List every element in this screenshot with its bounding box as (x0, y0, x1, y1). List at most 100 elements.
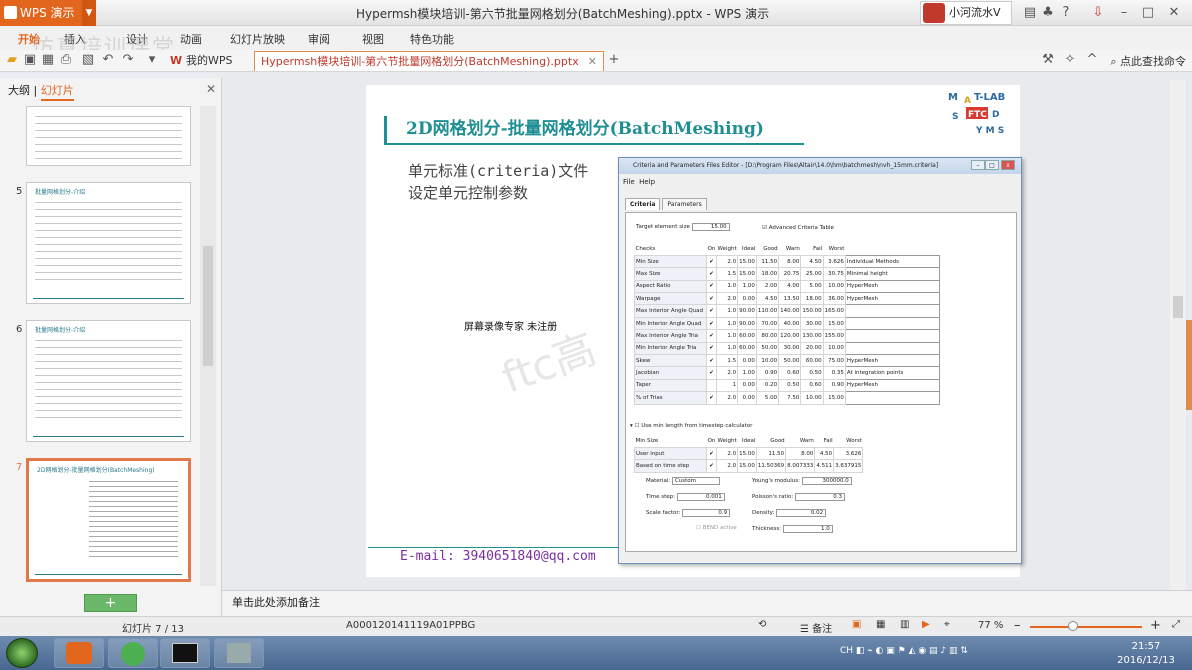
table-cell[interactable]: 8.00 (778, 254, 802, 269)
table-cell[interactable]: 2.00 (755, 279, 780, 294)
table-cell[interactable]: 11.50 (755, 446, 787, 461)
menu-animation[interactable]: 动画 (180, 31, 202, 47)
table-cell[interactable] (844, 341, 940, 356)
table-cell[interactable]: ✔ (706, 353, 717, 368)
table-cell[interactable]: 4.50 (814, 446, 835, 461)
table-row[interactable]: Min Interior Angle Tria ✔ 1.0 60.00 50.00 30.… (634, 341, 940, 356)
start-button[interactable] (6, 638, 38, 668)
shirt-icon[interactable]: ♣ (1040, 5, 1056, 21)
canvas-scrollbar[interactable] (1170, 80, 1186, 590)
help-icon[interactable]: ? (1058, 5, 1074, 21)
table-cell[interactable]: ✔ (706, 391, 717, 405)
scale-input[interactable]: 0.9 (682, 509, 731, 517)
table-cell[interactable]: HyperMesh (844, 292, 940, 306)
maximize-icon[interactable]: □ (1140, 5, 1156, 21)
zoom-in-icon[interactable]: + (1150, 618, 1161, 633)
table-cell[interactable]: 4.50 (755, 292, 780, 306)
minimize-icon[interactable]: – (1116, 5, 1132, 21)
table-row[interactable]: Skew ✔ 1.5 0.00 10.00 50.00 60.00 75.00 HyperMes… (634, 353, 940, 368)
table-cell[interactable]: HyperMesh (844, 353, 940, 368)
table-cell[interactable]: 110.00 (755, 304, 780, 318)
table-cell[interactable]: 2.0 (715, 366, 739, 380)
table-cell[interactable]: 3.626 (833, 446, 864, 461)
dialog-minimize-icon[interactable]: – (971, 160, 985, 170)
redo-icon[interactable]: ↷ (120, 52, 136, 68)
table-cell[interactable]: 4.511 (814, 459, 835, 473)
table-cell[interactable]: 30.75 (822, 267, 846, 281)
normal-view-icon[interactable]: ▣ (852, 619, 861, 630)
table-cell[interactable]: At integration points (844, 366, 940, 380)
zoom-slider-thumb[interactable] (1068, 621, 1078, 631)
table-cell[interactable]: 2.0 (715, 446, 739, 461)
timestep2-input[interactable]: 0.001 (676, 493, 725, 501)
table-cell[interactable]: 140.00 (778, 304, 802, 318)
table-cell[interactable]: 1.00 (737, 366, 757, 380)
table-cell[interactable]: 1.5 (715, 267, 739, 281)
table-cell[interactable]: 15.00 (737, 459, 757, 473)
table-cell[interactable]: ✔ (706, 366, 717, 380)
dialog-menu-help[interactable]: Help (639, 178, 655, 186)
table-cell[interactable]: 75.00 (822, 353, 846, 368)
table-cell[interactable]: 2.0 (715, 459, 739, 473)
collapse-icon[interactable]: ^ (1084, 52, 1100, 68)
table-cell[interactable]: 80.00 (755, 329, 780, 343)
table-cell[interactable]: 10.00 (822, 341, 846, 356)
table-cell[interactable]: 60.00 (737, 329, 757, 343)
table-cell[interactable]: ✔ (706, 341, 717, 356)
notes-pane[interactable]: 单击此处添加备注 (222, 590, 1192, 616)
table-cell[interactable]: 3.626 (822, 254, 846, 269)
table-cell[interactable] (706, 378, 717, 393)
menu-review[interactable]: 审阅 (308, 31, 330, 47)
table-cell[interactable] (844, 391, 940, 405)
preview-icon[interactable]: ▧ (80, 52, 96, 68)
table-cell[interactable]: 50.00 (778, 353, 802, 368)
skin-icon[interactable]: ▤ (1022, 5, 1038, 21)
brush-icon[interactable]: ⚒ (1040, 52, 1056, 68)
table-cell[interactable]: 0.00 (737, 391, 757, 405)
table-cell[interactable]: 5.00 (755, 391, 780, 405)
bend-checkbox[interactable]: ☐ BEND active (696, 525, 737, 531)
chevron-down-icon[interactable]: ▼ (82, 0, 96, 26)
table-row[interactable]: Based on time step ✔ 2.0 15.00 11.50369 8.007… (634, 459, 864, 473)
panel-scrollbar[interactable] (200, 106, 216, 586)
table-cell[interactable]: HyperMesh (844, 279, 940, 294)
table-cell[interactable]: 25.00 (800, 267, 824, 281)
sorter-view-icon[interactable]: ▦ (876, 619, 885, 630)
tab-parameters[interactable]: Parameters (662, 198, 707, 210)
density-input[interactable]: 0.02 (776, 509, 827, 517)
menu-slideshow[interactable]: 幻灯片放映 (230, 31, 285, 47)
table-cell[interactable]: HyperMesh (844, 378, 940, 393)
location-icon[interactable]: ⌖ (944, 619, 950, 630)
table-row[interactable]: Aspect Ratio ✔ 1.0 1.00 2.00 4.00 5.00 10.00 Hyp… (634, 279, 940, 294)
print-icon[interactable]: ⎙ (58, 52, 74, 68)
table-row[interactable]: Max Interior Angle Tria ✔ 1.0 60.00 80.00 120… (634, 329, 940, 343)
table-cell[interactable]: 1.0 (715, 341, 739, 356)
table-cell[interactable]: 15.00 (822, 391, 846, 405)
table-cell[interactable]: 1.5 (715, 353, 739, 368)
close-icon[interactable]: ✕ (1166, 5, 1182, 21)
table-cell[interactable]: 10.00 (822, 279, 846, 294)
slide-thumb-6[interactable]: 批量网格划分-介绍 (26, 320, 191, 442)
close-tab-icon[interactable]: ✕ (588, 52, 597, 72)
table-cell[interactable]: 0.90 (822, 378, 846, 393)
dialog-close-icon[interactable]: x (1001, 160, 1015, 170)
table-cell[interactable]: 60.00 (800, 353, 824, 368)
table-row[interactable]: Max Interior Angle Quad ✔ 1.0 90.00 110.00 14… (634, 304, 940, 318)
table-cell[interactable]: 4.00 (778, 279, 802, 294)
clock[interactable]: 21:57 2016/12/13 (1110, 640, 1182, 668)
zoom-slider[interactable] (1030, 626, 1142, 628)
table-row[interactable]: Min Size ✔ 2.0 15.00 11.50 8.00 4.50 3.626 Indiv… (634, 254, 940, 269)
table-cell[interactable]: 11.50 (755, 254, 780, 269)
taskbar-browser[interactable] (108, 638, 158, 668)
table-cell[interactable]: 15.00 (737, 267, 757, 281)
table-cell[interactable]: 0.20 (755, 378, 780, 393)
table-cell[interactable]: ✔ (706, 329, 717, 343)
table-cell[interactable]: 36.00 (822, 292, 846, 306)
reading-view-icon[interactable]: ▥ (900, 619, 909, 630)
table-cell[interactable] (844, 304, 940, 318)
upload-icon[interactable]: ⇩ (1090, 5, 1106, 21)
table-cell[interactable]: 5.00 (800, 279, 824, 294)
table-cell[interactable]: 0.00 (737, 292, 757, 306)
table-cell[interactable]: 30.00 (800, 316, 824, 331)
table-row[interactable]: User input ✔ 2.0 15.00 11.50 8.00 4.50 3.626 (634, 446, 864, 461)
